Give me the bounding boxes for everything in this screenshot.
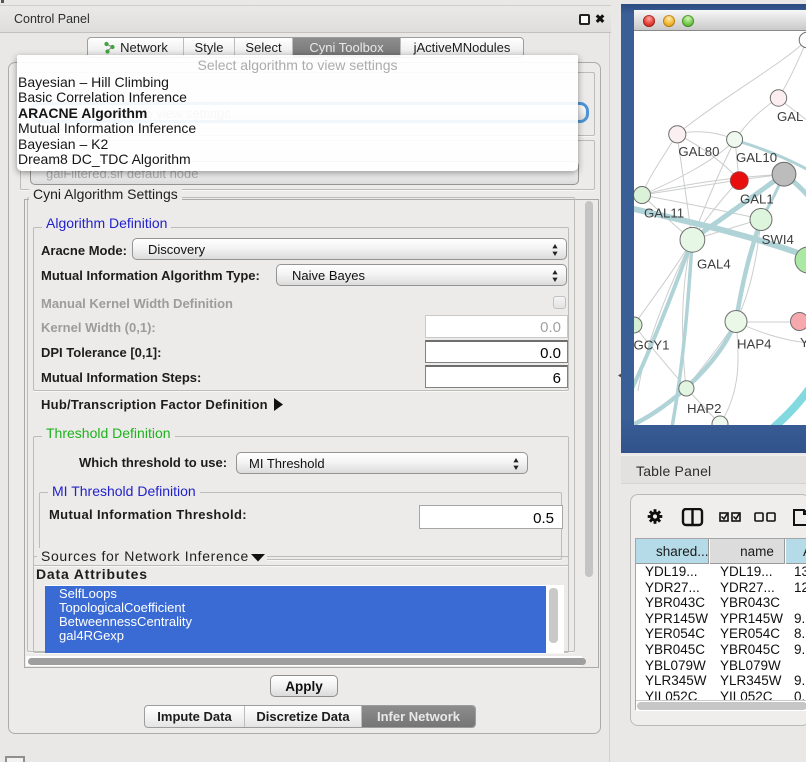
svg-text:HAP4: HAP4: [737, 337, 771, 352]
svg-text:GAL1: GAL1: [740, 192, 774, 207]
svg-text:Y: Y: [800, 335, 806, 350]
svg-text:GAL10: GAL10: [736, 150, 777, 165]
svg-text:GAL4: GAL4: [697, 256, 731, 271]
svg-text:SWI4: SWI4: [762, 232, 794, 247]
svg-text:GAL: GAL: [777, 109, 803, 124]
svg-text:HAP2: HAP2: [687, 401, 721, 416]
svg-text:GCY1: GCY1: [634, 338, 669, 353]
svg-text:GAL11: GAL11: [644, 205, 684, 220]
svg-text:GAL80: GAL80: [678, 144, 719, 159]
